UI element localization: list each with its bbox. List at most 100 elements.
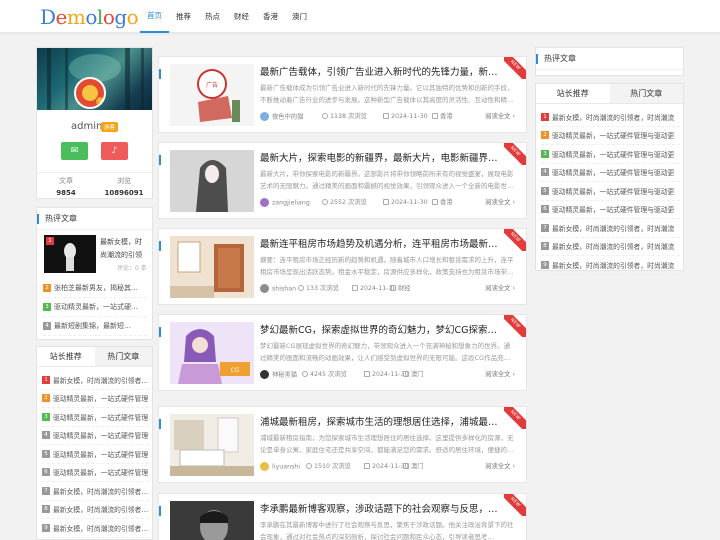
article-title[interactable]: 最新连平租房市场趋势及机遇分析，连平租房市场最新趋势与… (260, 236, 505, 250)
author-name[interactable]: 神秘黑猫 (272, 372, 297, 379)
list-item[interactable]: 8 最新女模，时尚潮流的引领者，时尚潮流 (541, 238, 680, 256)
arrow-icon: › (512, 113, 515, 120)
article-title[interactable]: 梦幻最新CG，探索虚拟世界的奇幻魅力，梦幻CG探索虚拟世… (260, 322, 505, 336)
article-card[interactable]: CG 梦幻最新CG，探索虚拟世界的奇幻魅力，梦幻CG探索虚拟世… 梦幻最新CG展… (158, 314, 527, 391)
list-item[interactable]: 6 驱动精灵最新，一站式硬件管理与驱动更 (541, 201, 680, 219)
calendar-icon (364, 371, 370, 377)
list-item[interactable]: 4 驱动精灵最新，一站式硬件管理与驱动更 (541, 164, 680, 182)
article-thumb[interactable] (170, 150, 254, 212)
article-excerpt: 浦城最新租房指南，为您探索城市生活理想居住的居住选择。这里提供多样化的房源，无论… (260, 434, 514, 454)
article-meta: 夜色中的猫 1138 次浏览 2024-11-30 香港 (260, 112, 515, 122)
list-item[interactable]: 1 最新女模，时尚潮流的引领者，时尚潮流 (541, 108, 680, 127)
left-rank-list: 1 最新女模，时尚潮流的引领者… 2 驱动精灵最新，一站式硬件管理… 3 驱动精灵最新… (42, 371, 149, 538)
list-item[interactable]: 4 驱动精灵最新，一站式硬件管理… (42, 427, 149, 445)
article-meta: 神秘黑猫 4245 次浏览 2024-11-30 澳门 (260, 370, 515, 380)
folder-icon (390, 285, 396, 291)
article-card[interactable]: 浦城最新租房，探索城市生活的理想居住选择，浦城最新租房… 浦城最新租房指南，为您… (158, 406, 527, 483)
svg-text:广告: 广告 (206, 81, 218, 89)
nav-item-home[interactable]: 首页 (140, 0, 169, 33)
author-name[interactable]: liyuanshi (272, 464, 300, 471)
new-ribbon: NEW (504, 143, 526, 165)
tab-hot-articles[interactable]: 热门文章 (94, 347, 152, 366)
read-more-link[interactable]: 阅读全文 › (485, 370, 515, 380)
folder-icon (403, 371, 409, 377)
list-item[interactable]: 2 张柏芝最新男友，揭秘其… (43, 279, 147, 298)
eye-icon (306, 463, 312, 469)
author-name[interactable]: 夜色中的猫 (272, 114, 303, 121)
article-card[interactable]: 李承鹏最新博客观察，涉政话题下的社会观察与反思，李承鹏… 李承鹏在其最新博客中进… (158, 493, 527, 540)
nav-item-hot[interactable]: 热点 (198, 0, 227, 33)
list-item[interactable]: 8 最新女模，时尚潮流的引领者… (42, 501, 149, 519)
arrow-icon: › (512, 285, 515, 292)
wechat-button[interactable]: ✉ (61, 142, 88, 160)
article-title[interactable]: 浦城最新租房，探索城市生活的理想居住选择，浦城最新租房… (260, 414, 505, 428)
list-item[interactable]: 5 驱动精灵最新，一站式硬件管理… (42, 445, 149, 464)
calendar-icon (352, 285, 358, 291)
list-item[interactable]: 3 驱动精灵最新，一站式硬件管理与驱动更 (541, 145, 680, 164)
author-avatar (260, 462, 269, 471)
tab-webmaster-picks[interactable]: 站长推荐 (37, 347, 95, 366)
folder-icon (432, 199, 438, 205)
article-title[interactable]: 最新大片，探索电影的新疆界，最新大片，电影新疆界的探索… (260, 150, 505, 164)
new-ribbon: NEW (504, 494, 526, 516)
list-item[interactable]: 5 驱动精灵最新，一站式硬件管理与驱动更 (541, 182, 680, 201)
list-item[interactable]: 7 最新女模，时尚潮流的引领者… (42, 482, 149, 501)
author-avatar (260, 198, 269, 207)
author-avatar (260, 370, 269, 379)
article-thumb[interactable]: CG (170, 322, 254, 384)
right-rank-tabs: 站长推荐 热门文章 (536, 84, 683, 104)
avatar[interactable]: V (74, 77, 106, 109)
calendar-icon (383, 199, 389, 205)
site-header: Demologo 首页 推荐 热点 财经 香港 澳门 (0, 0, 720, 33)
calendar-icon (364, 463, 370, 469)
list-item[interactable]: 4 最新短剧集锦，最新短… (43, 317, 147, 336)
article-card[interactable]: 广告 最新广告载体，引领广告业进入新时代的先锋力量，新时代先… 最新广告载体成为… (158, 56, 527, 133)
right-rank-widget: 站长推荐 热门文章 1 最新女模，时尚潮流的引领者，时尚潮流 2 驱动精灵最新，一站… (535, 83, 684, 275)
article-thumb[interactable]: 广告 (170, 64, 254, 126)
svg-text:CG: CG (231, 367, 240, 374)
tab-hot-articles[interactable]: 热门文章 (609, 84, 683, 103)
user-badge: 游客 (101, 122, 119, 132)
article-thumb[interactable] (170, 236, 254, 298)
article-meta: zangjieliang 2552 次浏览 2024-11-30 香港 (260, 198, 515, 208)
nav-item-finance[interactable]: 财经 (227, 0, 256, 33)
author-name[interactable]: shishan (272, 286, 296, 293)
nav-item-recommend[interactable]: 推荐 (169, 0, 198, 33)
list-item[interactable]: 3 驱动精灵最新，一站式硬件管理… (42, 408, 149, 427)
calendar-icon (383, 113, 389, 119)
article-title[interactable]: 最新广告载体，引领广告业进入新时代的先锋力量，新时代先… (260, 64, 505, 78)
list-item[interactable]: 9 最新女模，时尚潮流的引领者… (42, 519, 149, 538)
list-item[interactable]: 2 驱动精灵最新，一站式硬件管理与驱动更 (541, 127, 680, 145)
eye-icon (302, 371, 308, 377)
article-card[interactable]: 最新大片，探索电影的新疆界，最新大片，电影新疆界的探索… 最新大片，带你探索电影… (158, 142, 527, 219)
featured-thumb[interactable]: 1 (44, 235, 96, 273)
article-thumb[interactable] (170, 501, 254, 540)
left-rank-tabs: 站长推荐 热门文章 (37, 347, 152, 367)
read-more-link[interactable]: 阅读全文 › (485, 284, 515, 294)
nav-item-macau[interactable]: 澳门 (285, 0, 314, 33)
article-excerpt: 李承鹏在其最新博客中进行了社会观察与反思，聚焦于涉政话题。他关注政治背景下的社会… (260, 521, 514, 540)
author-name[interactable]: zangjieliang (272, 200, 310, 207)
verified-icon: V (96, 97, 104, 106)
featured-title[interactable]: 最新女模，时尚潮流的引领者… (100, 236, 148, 262)
site-logo[interactable]: Demologo (40, 5, 139, 29)
new-ribbon: NEW (504, 229, 526, 251)
eye-icon (298, 285, 304, 291)
read-more-link[interactable]: 阅读全文 › (485, 112, 515, 122)
list-item[interactable]: 1 最新女模，时尚潮流的引领者… (42, 371, 149, 390)
article-title[interactable]: 李承鹏最新博客观察，涉政话题下的社会观察与反思，李承鹏… (260, 501, 505, 515)
article-card[interactable]: 最新连平租房市场趋势及机遇分析，连平租房市场最新趋势与… 摘要：连平租房市场正经… (158, 228, 527, 305)
article-thumb[interactable] (170, 414, 254, 476)
list-item[interactable]: 7 最新女模，时尚潮流的引领者，时尚潮流 (541, 219, 680, 238)
read-more-link[interactable]: 阅读全文 › (485, 462, 515, 472)
nav-item-hongkong[interactable]: 香港 (256, 0, 285, 33)
new-ribbon: NEW (504, 407, 526, 429)
list-item[interactable]: 6 驱动精灵最新，一站式硬件管理… (42, 464, 149, 482)
stat-views: 浏览 10896091 (104, 177, 144, 197)
list-item[interactable]: 9 最新女模，时尚潮流的引领者，时尚潮流 (541, 256, 680, 275)
read-more-link[interactable]: 阅读全文 › (485, 198, 515, 208)
list-item[interactable]: 3 驱动精灵最新，一站式硬… (43, 298, 147, 317)
list-item[interactable]: 2 驱动精灵最新，一站式硬件管理… (42, 390, 149, 408)
notify-button[interactable]: ♪ (101, 142, 128, 160)
tab-webmaster-picks[interactable]: 站长推荐 (536, 84, 610, 103)
